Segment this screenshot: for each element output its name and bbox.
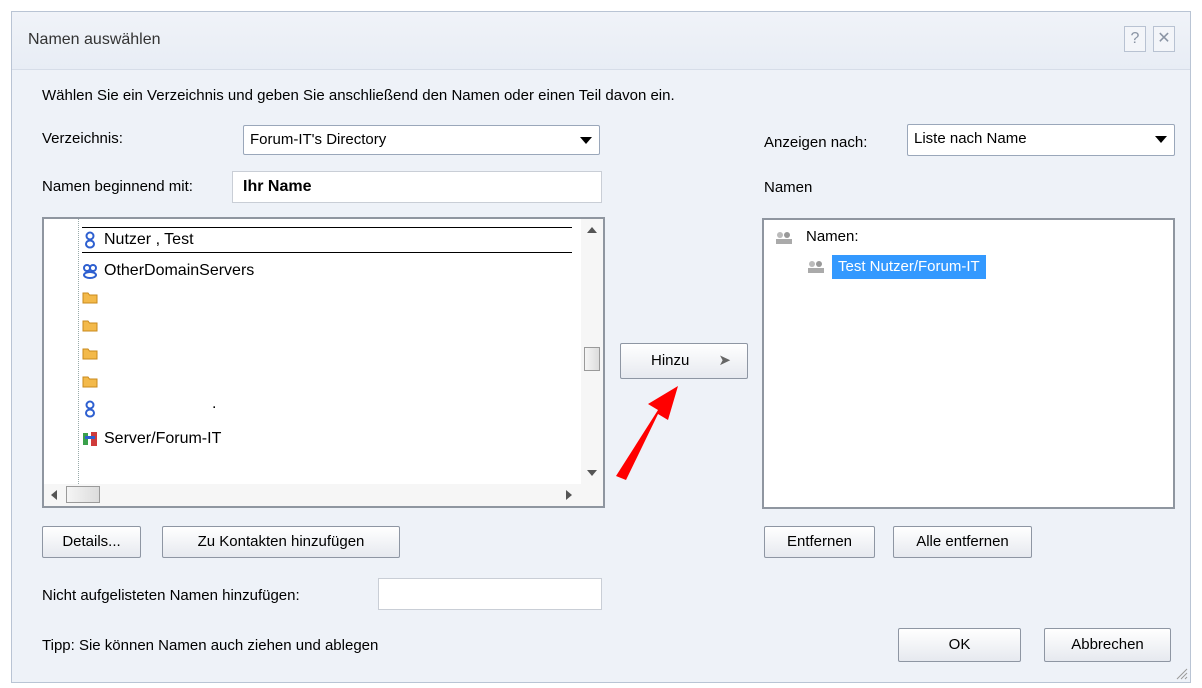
help-button[interactable]: ? [1124, 26, 1146, 52]
people-icon [776, 232, 792, 244]
unlisted-name-input[interactable] [378, 578, 602, 610]
people-icon [808, 261, 824, 273]
names-panel-label: Namen [764, 179, 813, 196]
resize-grip-icon[interactable] [1174, 666, 1188, 680]
close-button[interactable]: ✕ [1153, 26, 1175, 52]
dialog-title: Namen auswählen [28, 31, 161, 48]
chevron-down-icon [580, 137, 592, 144]
tree-guide-line [78, 219, 79, 488]
folder-icon [82, 320, 98, 332]
scroll-up-icon[interactable] [587, 227, 597, 233]
select-names-dialog: Namen auswählen ? ✕ Wählen Sie ein Verze… [11, 11, 1191, 683]
folder-icon [82, 348, 98, 360]
add-button[interactable]: Hinzu ➤ [620, 343, 748, 379]
vertical-scroll-thumb[interactable] [584, 347, 600, 371]
remove-button[interactable]: Entfernen [764, 526, 875, 558]
person-icon [85, 231, 95, 249]
selected-names-list[interactable]: Namen: Test Nutzer/Forum-IT [762, 218, 1175, 509]
scroll-left-icon[interactable] [51, 490, 57, 500]
scroll-down-icon[interactable] [587, 470, 597, 476]
vertical-scrollbar[interactable] [581, 219, 603, 484]
add-button-label: Hinzu [651, 352, 690, 369]
display-value: Liste nach Name [914, 130, 1027, 147]
display-label: Anzeigen nach: [764, 134, 868, 151]
name-search-label: Namen beginnend mit: [42, 178, 193, 195]
scroll-right-icon[interactable] [566, 490, 572, 500]
list-item-label: OtherDomainServers [104, 262, 255, 279]
name-search-value: Ihr Name [243, 178, 312, 195]
horizontal-scrollbar[interactable] [44, 484, 603, 506]
group-icon [83, 264, 97, 279]
directory-label: Verzeichnis: [42, 130, 123, 147]
details-button[interactable]: Details... [42, 526, 141, 558]
remove-all-button[interactable]: Alle entfernen [893, 526, 1032, 558]
list-item[interactable]: Nutzer , Test [82, 227, 572, 253]
unlisted-name-label: Nicht aufgelisteten Namen hinzufügen: [42, 587, 300, 604]
directory-value: Forum-IT's Directory [250, 131, 387, 148]
display-select[interactable]: Liste nach Name [907, 124, 1175, 156]
server-icon [83, 432, 97, 446]
annotation-arrow-icon [616, 386, 678, 480]
person-icon [85, 400, 95, 418]
chevron-down-icon [1155, 136, 1167, 143]
add-to-contacts-button[interactable]: Zu Kontakten hinzufügen [162, 526, 400, 558]
folder-icon [82, 292, 98, 304]
horizontal-scroll-thumb[interactable] [66, 486, 100, 503]
ok-button[interactable]: OK [898, 628, 1021, 662]
arrow-right-icon: ➤ [718, 352, 731, 369]
selected-name-label: Test Nutzer/Forum-IT [838, 258, 980, 275]
list-item-label: Server/Forum-IT [104, 430, 222, 447]
names-root-label: Namen: [806, 228, 859, 245]
title-bar: Namen auswählen ? ✕ [12, 12, 1190, 70]
list-item-label: Nutzer , Test [104, 231, 194, 248]
cancel-button[interactable]: Abbrechen [1044, 628, 1171, 662]
list-item-label: . [212, 395, 217, 412]
tip-text: Tipp: Sie können Namen auch ziehen und a… [42, 637, 379, 654]
directory-list[interactable]: Nutzer , Test OtherDomainServers . Serve… [42, 217, 605, 508]
instruction-text: Wählen Sie ein Verzeichnis und geben Sie… [42, 87, 675, 104]
selected-name-item[interactable]: Test Nutzer/Forum-IT [832, 255, 986, 279]
directory-select[interactable]: Forum-IT's Directory [243, 125, 600, 155]
folder-icon [82, 376, 98, 388]
name-search-input[interactable]: Ihr Name [232, 171, 602, 203]
